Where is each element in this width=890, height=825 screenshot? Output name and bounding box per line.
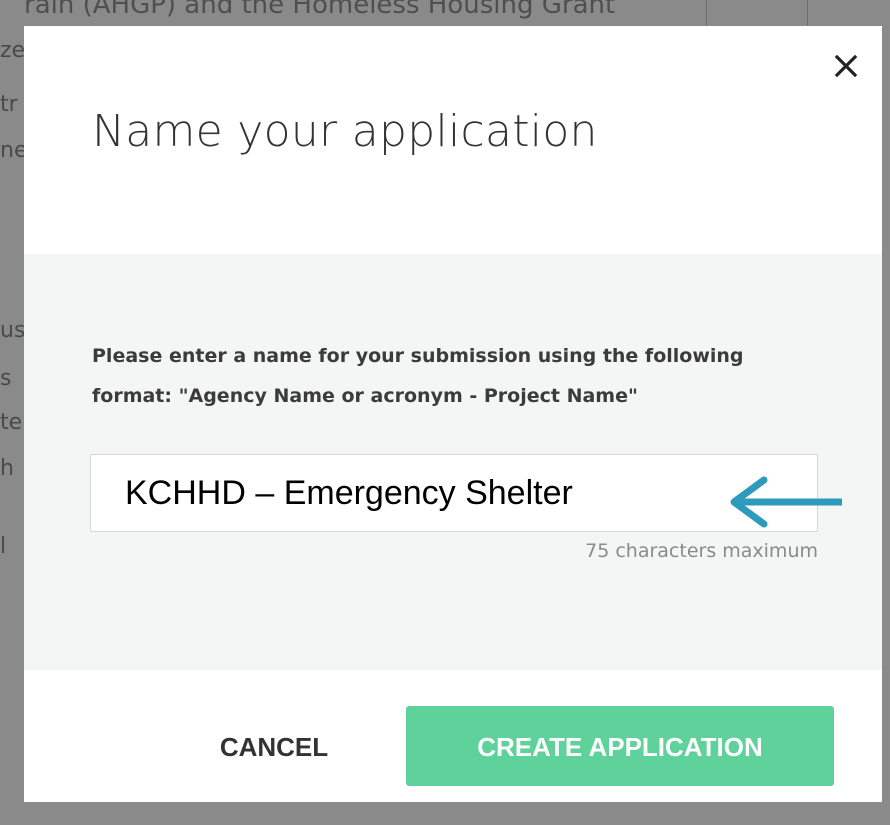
background-fragment: tr: [0, 92, 18, 117]
cancel-button[interactable]: CANCEL: [174, 706, 374, 786]
background-fragment: l: [0, 534, 7, 559]
close-x-icon: [834, 54, 858, 78]
application-name-input[interactable]: [90, 454, 818, 532]
dialog-header: Name your application: [24, 26, 882, 254]
dialog-title: Name your application: [92, 106, 598, 157]
background-fragment: us: [0, 318, 24, 343]
dialog-body: Please enter a name for your submission …: [24, 254, 882, 670]
name-application-dialog: Name your application Please enter a nam…: [24, 26, 882, 802]
character-limit-hint: 75 characters maximum: [585, 540, 818, 562]
background-fragment: ne: [0, 138, 24, 163]
name-format-instructions: Please enter a name for your submission …: [92, 345, 744, 407]
background-fragment: h: [0, 456, 14, 481]
background-text-line: rain (AHGP) and the Homeless Housing Gra…: [24, 0, 616, 20]
left-arrow-icon: [730, 476, 842, 528]
dialog-footer: CANCEL CREATE APPLICATION: [24, 670, 882, 802]
background-fragment: ze: [0, 38, 24, 63]
create-application-button[interactable]: CREATE APPLICATION: [406, 706, 834, 786]
close-button[interactable]: [828, 48, 864, 84]
background-fragment: te: [0, 410, 23, 435]
background-fragment: s: [0, 366, 12, 391]
